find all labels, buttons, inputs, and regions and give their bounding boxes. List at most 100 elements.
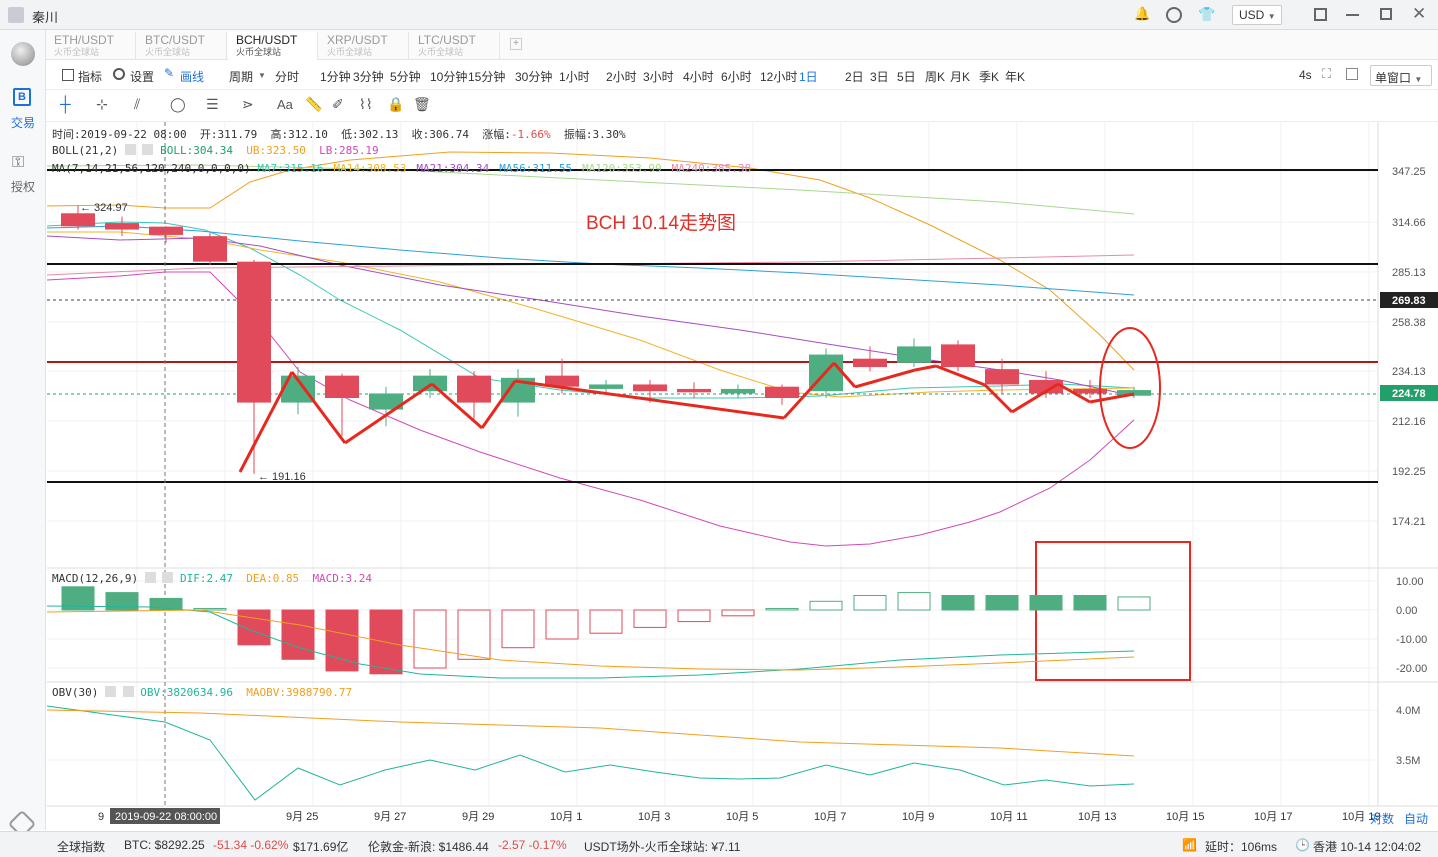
global-index-label[interactable]: 全球指数 [57, 838, 105, 855]
info-amplitude: 振幅:3.30% [563, 128, 626, 141]
auto-scale-toggle[interactable]: 自动 [1404, 810, 1428, 827]
candle-body [457, 375, 491, 403]
legend-settings-icon[interactable] [104, 686, 116, 697]
price-axis-label: 192.25 [1392, 466, 1426, 478]
legend-settings-icon[interactable] [144, 572, 156, 583]
macd-bar [1073, 595, 1107, 611]
last-price-label: 224.78 [1392, 388, 1426, 400]
price-marker-label: 269.83 [1392, 295, 1426, 307]
btc-volume: $171.69亿 [293, 840, 349, 854]
ma-value-3: MA56:311.55 [499, 162, 573, 175]
candle-body [149, 226, 183, 235]
macd-bar [633, 609, 667, 628]
candle-body [61, 213, 95, 227]
price-axis-label: 212.16 [1392, 416, 1426, 428]
info-open: 开:311.79 [199, 128, 258, 141]
info-change: -1.66% [510, 128, 551, 141]
boll-name: BOLL(21,2) [52, 144, 119, 157]
legend-close-icon[interactable] [122, 686, 134, 697]
boll-mid: BOLL:304.34 [160, 144, 233, 157]
maobv-value: MAOBV:3988790.77 [246, 686, 353, 699]
ma-value-0: MA7:315.16 [257, 162, 324, 175]
legend-close-icon[interactable] [162, 572, 174, 583]
macd-bar [237, 609, 271, 646]
ma-value-1: MA14:308.53 [333, 162, 407, 175]
price-axis-label: 314.66 [1392, 217, 1426, 229]
macd-bar [985, 595, 1019, 611]
ma-name: MA(7,14,21,56,120,240,0,0,0,0) [52, 162, 251, 175]
gold-change: -2.57 -0.17% [498, 838, 567, 852]
macd-legend: MACD(12,26,9) DIF:2.47 DEA:0.85 MACD:3.2… [52, 572, 372, 585]
candle-body [237, 261, 271, 403]
candle-body [413, 375, 447, 392]
macd-bar [1029, 595, 1063, 611]
macd-bar [413, 609, 447, 669]
macd-name: MACD(12,26,9) [52, 572, 139, 585]
ma-value-4: MA120:353.99 [582, 162, 662, 175]
macd-bar [853, 595, 887, 611]
time-axis-label: 10月 1 [550, 811, 582, 823]
macd-bar [1117, 596, 1151, 611]
info-high: 高:312.10 [270, 128, 328, 141]
legend-settings-icon[interactable] [124, 144, 136, 155]
candle-body [193, 236, 227, 262]
time-axis-label: 10月 3 [638, 811, 670, 823]
macd-axis-label: -10.00 [1396, 634, 1427, 646]
ohlc-info-line: 时间:2019-09-22 08:00 开:311.79 高:312.10 低:… [52, 126, 626, 142]
btc-change: -51.34 -0.62% [213, 838, 289, 852]
time-axis-label: 9月 29 [462, 811, 494, 823]
candle-body [853, 358, 887, 368]
price-axis-label: 174.21 [1392, 516, 1426, 528]
price-axis-label: 347.25 [1392, 166, 1426, 178]
macd-bar [809, 600, 843, 611]
candle-body [589, 384, 623, 389]
candle-body [105, 223, 139, 230]
price-axis-label: 285.13 [1392, 267, 1426, 279]
boll-ub: UB:323.50 [246, 144, 306, 157]
low-marker-label: ← 191.16 [258, 471, 306, 483]
time-axis-label: 10月 5 [726, 811, 758, 823]
obv-line [46, 705, 1135, 801]
info-close: 收:306.74 [411, 128, 470, 141]
time-axis-label: 9月 27 [374, 811, 406, 823]
gold-price: 伦敦金-新浪: $1486.44 [368, 840, 489, 854]
ma-legend: MA(7,14,21,56,120,240,0,0,0,0) MA7:315.1… [52, 162, 761, 175]
obv-axis-label: 3.5M [1396, 755, 1420, 767]
macd-value: MACD:3.24 [312, 572, 373, 585]
macd-bar [589, 609, 623, 634]
ma-value-2: MA21:304.34 [416, 162, 490, 175]
macd-bar [941, 595, 975, 611]
time-axis-label: 9月 25 [286, 811, 318, 823]
time-axis-label: 10月 9 [902, 811, 934, 823]
obv-axis-label: 4.0M [1396, 705, 1420, 717]
info-change-label: 涨幅: [482, 128, 511, 141]
maobv-line [46, 709, 1135, 757]
candle-body [677, 388, 711, 393]
time-axis-label: 10月 17 [1254, 811, 1293, 823]
macd-bar [457, 609, 491, 660]
btc-price: BTC: $8292.25 [124, 838, 205, 852]
macd-axis-label: -20.00 [1396, 663, 1427, 675]
wifi-icon: 📶 [1182, 838, 1197, 852]
price-chart[interactable]: ← 324.97 ← 191.16 347.25 314.66 285.13 258.38… [0, 0, 1438, 831]
legend-close-icon[interactable] [142, 144, 154, 155]
candle-body [985, 369, 1019, 385]
candle-body [765, 386, 799, 398]
candle-body [897, 346, 931, 363]
macd-bar [721, 609, 755, 617]
clock: 香港 10-14 12:04:02 [1313, 840, 1422, 854]
macd-axis-label: 10.00 [1396, 576, 1424, 588]
time-axis-label: 10月 11 [990, 811, 1028, 823]
macd-bar [105, 592, 139, 611]
clock-icon: 🕒 [1295, 838, 1310, 852]
candle-body [941, 344, 975, 368]
price-axis-label: 234.13 [1392, 366, 1426, 378]
price-axis-label: 258.38 [1392, 317, 1426, 329]
log-scale-toggle[interactable]: 对数 [1370, 810, 1394, 827]
chart-title: BCH 10.14走势图 [586, 213, 736, 234]
time-axis-label: 10月 15 [1166, 811, 1205, 823]
info-low: 低:302.13 [341, 128, 399, 141]
macd-bar [765, 608, 799, 611]
status-bar: 全球指数 BTC: $8292.25 -51.34 -0.62% $171.69… [0, 831, 1438, 857]
boll-legend: BOLL(21,2) BOLL:304.34 UB:323.50 LB:285.… [52, 144, 379, 157]
